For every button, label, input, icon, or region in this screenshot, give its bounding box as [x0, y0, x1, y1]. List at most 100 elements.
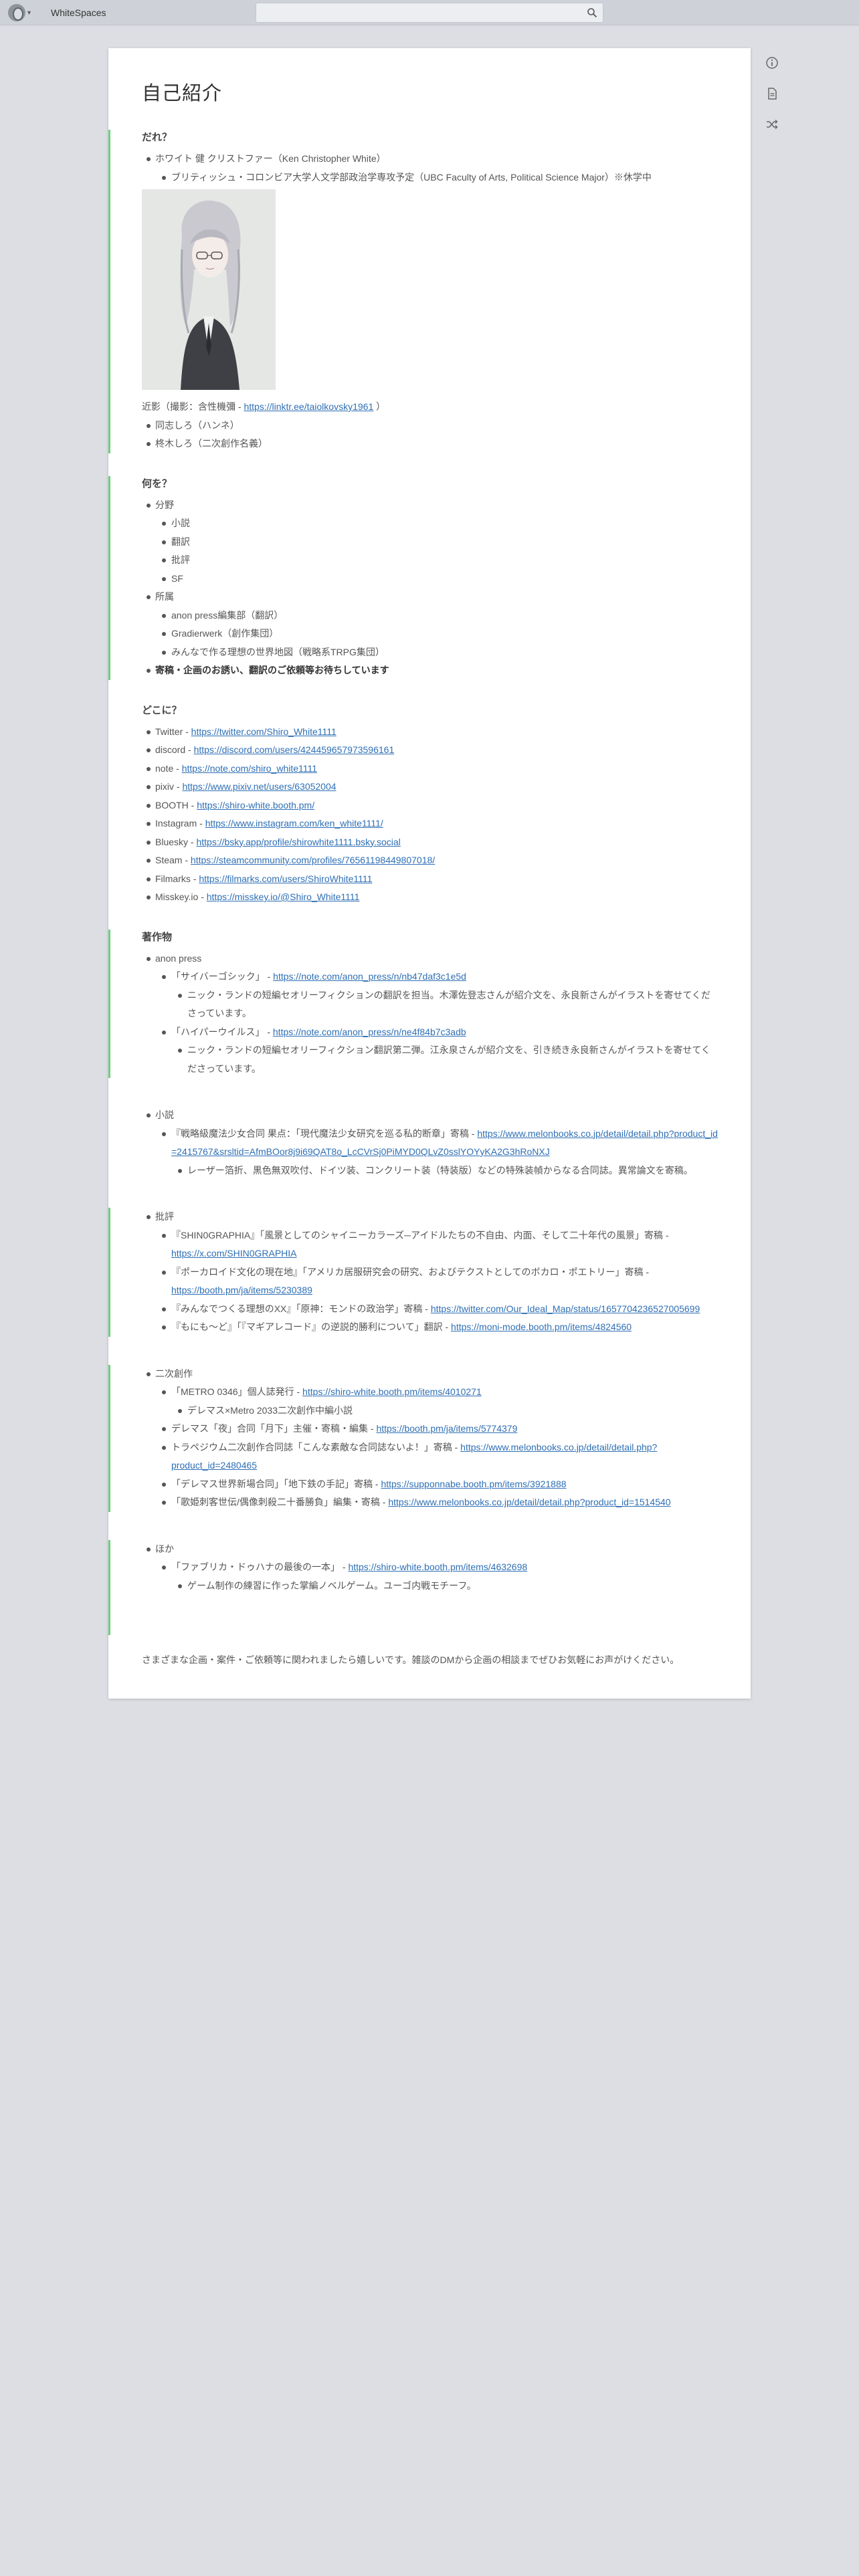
section-heading: どこに？	[142, 704, 182, 716]
document-icon	[768, 88, 777, 100]
list-item: 寄稿・企画のお誘い、翻訳のご依頼等お待ちしています	[142, 661, 719, 680]
work-link[interactable]: https://booth.pm/ja/items/5774379	[376, 1423, 517, 1434]
link-label: Instagram -	[155, 818, 205, 829]
list-item: 『ポーカロイド文化の現在地』「アメリカ居服研究会の研究、およびテクストとしてのボ…	[157, 1263, 719, 1300]
list-item: 小説	[157, 514, 719, 533]
steam-link[interactable]: https://steamcommunity.com/profiles/7656…	[191, 855, 435, 865]
document-page: 自己紹介 だれ？ ホワイト 健 クリストファー（Ken Christopher …	[108, 48, 751, 1699]
work-title: 「歌姫刺客世伝/偶像刺殺二十番勝負」編集・寄稿 -	[171, 1497, 389, 1507]
category-label: ほか	[155, 1543, 174, 1554]
work-title: トラペジウム二次創作合同誌「こんな素敵な合同誌ないよ！」寄稿 -	[171, 1441, 461, 1453]
work-title: 「ハイパーウイルス」 -	[171, 1026, 273, 1037]
twitter-link[interactable]: https://twitter.com/Shiro_White1111	[191, 726, 337, 737]
list-item: 批評 『SHIN0GRAPHIA』「風景としてのシャイニーカラーズ─アイドルたち…	[142, 1208, 719, 1337]
list-item: Misskey.io - https://misskey.io/@Shiro_W…	[142, 888, 719, 907]
list-item: 「ハイパーウイルス」 - https://note.com/anon_press…	[157, 1023, 719, 1079]
pixiv-link[interactable]: https://www.pixiv.net/users/63052004	[182, 781, 336, 792]
list-item: Instagram - https://www.instagram.com/ke…	[142, 815, 719, 833]
link-label: Misskey.io -	[155, 891, 207, 902]
section-where: どこに？ Twitter - https://twitter.com/Shiro…	[142, 703, 719, 907]
name-text: ホワイト 健 クリストファー（Ken Christopher White）	[155, 153, 386, 164]
search-icon[interactable]	[587, 7, 597, 18]
section-who: だれ？ ホワイト 健 クリストファー（Ken Christopher White…	[108, 130, 719, 453]
section-heading: 何を？	[142, 477, 173, 490]
shuffle-icon	[767, 119, 778, 130]
list-item: トラペジウム二次創作合同誌「こんな素敵な合同誌ないよ！」寄稿 - https:/…	[157, 1438, 719, 1475]
misskey-link[interactable]: https://misskey.io/@Shiro_White1111	[207, 891, 360, 902]
list-item: 二次創作 「METRO 0346」個人誌発行 - https://shiro-w…	[142, 1365, 719, 1512]
chevron-down-icon: ▾	[27, 9, 31, 17]
work-link[interactable]: https://shiro-white.booth.pm/items/40102…	[302, 1386, 482, 1397]
work-link[interactable]: https://www.melonbooks.co.jp/detail/deta…	[388, 1497, 670, 1507]
list-item: レーザー箔折、黒色無双吹付、ドイツ装、コンクリート装（特装版）などの特殊装幀から…	[173, 1162, 719, 1180]
list-item: note - https://note.com/shiro_white1111	[142, 760, 719, 778]
section-heading: だれ？	[142, 132, 173, 143]
info-button[interactable]	[763, 53, 781, 72]
section-critiques: 批評 『SHIN0GRAPHIA』「風景としてのシャイニーカラーズ─アイドルたち…	[108, 1208, 719, 1337]
list-item: 「METRO 0346」個人誌発行 - https://shiro-white.…	[157, 1383, 719, 1420]
work-title: 『戦略級魔法少女合同 果点：「現代魔法少女研究を巡る私的断章」寄稿 -	[171, 1128, 478, 1139]
caption-text: 近影（撮影：含性機彌 -	[142, 401, 244, 412]
list-item: 「サイバーゴシック」 - https://note.com/anon_press…	[157, 968, 719, 1023]
list-item: ゲーム制作の練習に作った掌編ノベルゲーム。ユーゴ内戦モチーフ。	[173, 1577, 719, 1596]
note-link[interactable]: https://note.com/shiro_white1111	[182, 763, 317, 774]
list-item: pixiv - https://www.pixiv.net/users/6305…	[142, 778, 719, 796]
app-title: WhiteSpaces	[51, 7, 106, 18]
list-item: 『みんなでつくる理想のXX』「原神：モンドの政治学」寄稿 - https://t…	[157, 1300, 719, 1319]
work-link[interactable]: https://twitter.com/Our_Ideal_Map/status…	[431, 1303, 700, 1314]
booth-link[interactable]: https://shiro-white.booth.pm/	[197, 800, 314, 811]
work-link[interactable]: https://booth.pm/ja/items/5230389	[171, 1285, 312, 1295]
search-input[interactable]	[256, 3, 577, 22]
category-label: 批評	[155, 1211, 174, 1222]
work-title: 『もにも〜ど』「『マギアレコード』の逆説的勝利について」翻訳 -	[171, 1321, 452, 1332]
bluesky-link[interactable]: https://bsky.app/profile/shirowhite1111.…	[196, 837, 400, 847]
caption-text: ）	[373, 401, 386, 412]
list-item: 分野 小説 翻訳 批評 SF	[142, 496, 719, 588]
discord-link[interactable]: https://discord.com/users/42445965797359…	[194, 744, 395, 755]
work-link[interactable]: https://supponnabe.booth.pm/items/392188…	[381, 1479, 566, 1489]
list-item: 『もにも〜ど』「『マギアレコード』の逆説的勝利について」翻訳 - https:/…	[157, 1318, 719, 1337]
work-title: 『SHIN0GRAPHIA』「風景としてのシャイニーカラーズ─アイドルたちの不自…	[171, 1229, 669, 1241]
instagram-link[interactable]: https://www.instagram.com/ken_white1111/	[205, 818, 383, 829]
list-item: 『SHIN0GRAPHIA』「風景としてのシャイニーカラーズ─アイドルたちの不自…	[157, 1226, 719, 1263]
list-item: Twitter - https://twitter.com/Shiro_Whit…	[142, 723, 719, 742]
work-title: 『ポーカロイド文化の現在地』「アメリカ居服研究会の研究、およびテクストとしてのボ…	[171, 1266, 650, 1277]
list-item: Steam - https://steamcommunity.com/profi…	[142, 851, 719, 870]
section-works: 著作物 anon press 「サイバーゴシック」 - https://note…	[108, 929, 719, 1079]
work-title: 「サイバーゴシック」 -	[171, 971, 274, 982]
list-item: anon press 「サイバーゴシック」 - https://note.com…	[142, 950, 719, 1079]
belong-label: 所属	[155, 591, 174, 602]
section-heading: 著作物	[142, 931, 173, 943]
work-link[interactable]: https://note.com/anon_press/n/ne4f84b7c3…	[273, 1027, 466, 1037]
app-logo-icon	[8, 4, 25, 21]
work-link[interactable]: https://x.com/SHIN0GRAPHIA	[171, 1248, 297, 1259]
photographer-link[interactable]: https://linktr.ee/taiolkovsky1961	[244, 401, 373, 412]
work-link[interactable]: https://shiro-white.booth.pm/items/46326…	[348, 1562, 527, 1572]
link-label: BOOTH -	[155, 799, 197, 811]
list-item: ブリティッシュ・コロンビア大学人文学部政治学専攻予定（UBC Faculty o…	[157, 169, 719, 187]
info-icon	[766, 57, 778, 69]
filmarks-link[interactable]: https://filmarks.com/users/ShiroWhite111…	[199, 873, 372, 884]
app-menu-button[interactable]: ▾	[8, 3, 41, 23]
portrait-image	[142, 189, 276, 390]
list-item: ホワイト 健 クリストファー（Ken Christopher White） ブリ…	[142, 150, 719, 187]
work-link[interactable]: https://moni-mode.booth.pm/items/4824560	[451, 1321, 632, 1332]
work-title: 「デレマス世界新場合同」「地下鉄の手記」寄稿 -	[171, 1478, 381, 1489]
list-item: 「デレマス世界新場合同」「地下鉄の手記」寄稿 - https://supponn…	[157, 1475, 719, 1494]
link-label: note -	[155, 762, 182, 774]
portrait-caption: 近影（撮影：含性機彌 - https://linktr.ee/taiolkovs…	[142, 398, 719, 417]
work-link[interactable]: https://note.com/anon_press/n/nb47daf3c1…	[273, 971, 466, 982]
work-title: 『みんなでつくる理想のXX』「原神：モンドの政治学」寄稿 -	[171, 1303, 431, 1314]
list-item: anon press編集部（翻訳）	[157, 607, 719, 625]
list-item: ニック・ランドの短編セオリーフィクション翻訳第二弾。江永泉さんが紹介文を、引き続…	[173, 1041, 719, 1078]
list-item: 批評	[157, 551, 719, 570]
link-label: Steam -	[155, 855, 191, 865]
category-label: 二次創作	[155, 1368, 193, 1379]
document-button[interactable]	[763, 84, 781, 103]
list-item: みんなで作る理想の世界地図（戦略系TRPG集団）	[157, 643, 719, 662]
link-label: discord -	[155, 744, 194, 755]
list-item: SF	[157, 570, 719, 588]
list-item: 「ファブリカ・ドゥハナの最後の一本」 - https://shiro-white…	[157, 1558, 719, 1595]
shuffle-button[interactable]	[763, 115, 781, 134]
field-label: 分野	[155, 499, 174, 510]
